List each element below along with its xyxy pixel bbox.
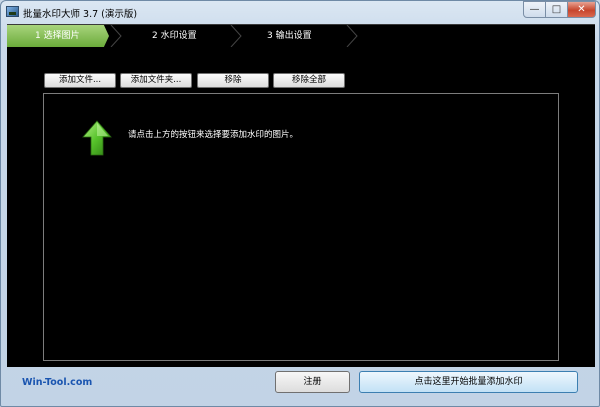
empty-list-hint: 请点击上方的按钮来选择要添加水印的图片。 <box>128 130 299 140</box>
window-title: 批量水印大师 3.7 (演示版) <box>23 9 138 20</box>
remove-all-button[interactable]: 移除全部 <box>273 73 345 88</box>
add-file-button[interactable]: 添加文件... <box>44 73 116 88</box>
step-output-settings[interactable]: 3 输出设置 <box>267 25 312 47</box>
maximize-button[interactable]: □ <box>546 1 568 18</box>
step-separator-icon <box>345 25 359 47</box>
remove-button[interactable]: 移除 <box>197 73 269 88</box>
wizard-steps: 1 选择图片 2 水印设置 3 输出设置 <box>7 24 595 47</box>
footer-bar: Win-Tool.com 注册 点击这里开始批量添加水印 <box>1 367 599 406</box>
app-window: 批量水印大师 3.7 (演示版) — □ ✕ 1 选择图片 2 水印设置 3 输… <box>0 0 600 407</box>
add-folder-button[interactable]: 添加文件夹... <box>120 73 192 88</box>
app-icon <box>6 6 19 17</box>
step-separator-icon <box>109 25 123 47</box>
start-watermark-button[interactable]: 点击这里开始批量添加水印 <box>359 371 578 393</box>
step-watermark-settings[interactable]: 2 水印设置 <box>152 25 197 47</box>
step-select-images[interactable]: 1 选择图片 <box>7 25 109 47</box>
close-button[interactable]: ✕ <box>568 1 596 18</box>
minimize-button[interactable]: — <box>523 1 546 18</box>
green-up-arrow-icon <box>82 120 112 156</box>
title-bar[interactable]: 批量水印大师 3.7 (演示版) — □ ✕ <box>1 1 599 23</box>
register-button[interactable]: 注册 <box>275 371 350 393</box>
step-separator-icon <box>229 25 243 47</box>
image-list[interactable]: 请点击上方的按钮来选择要添加水印的图片。 <box>43 93 559 361</box>
website-link[interactable]: Win-Tool.com <box>22 377 92 388</box>
main-panel: 添加文件... 添加文件夹... 移除 移除全部 请点击上方的按钮来选择要添加水… <box>7 47 595 367</box>
